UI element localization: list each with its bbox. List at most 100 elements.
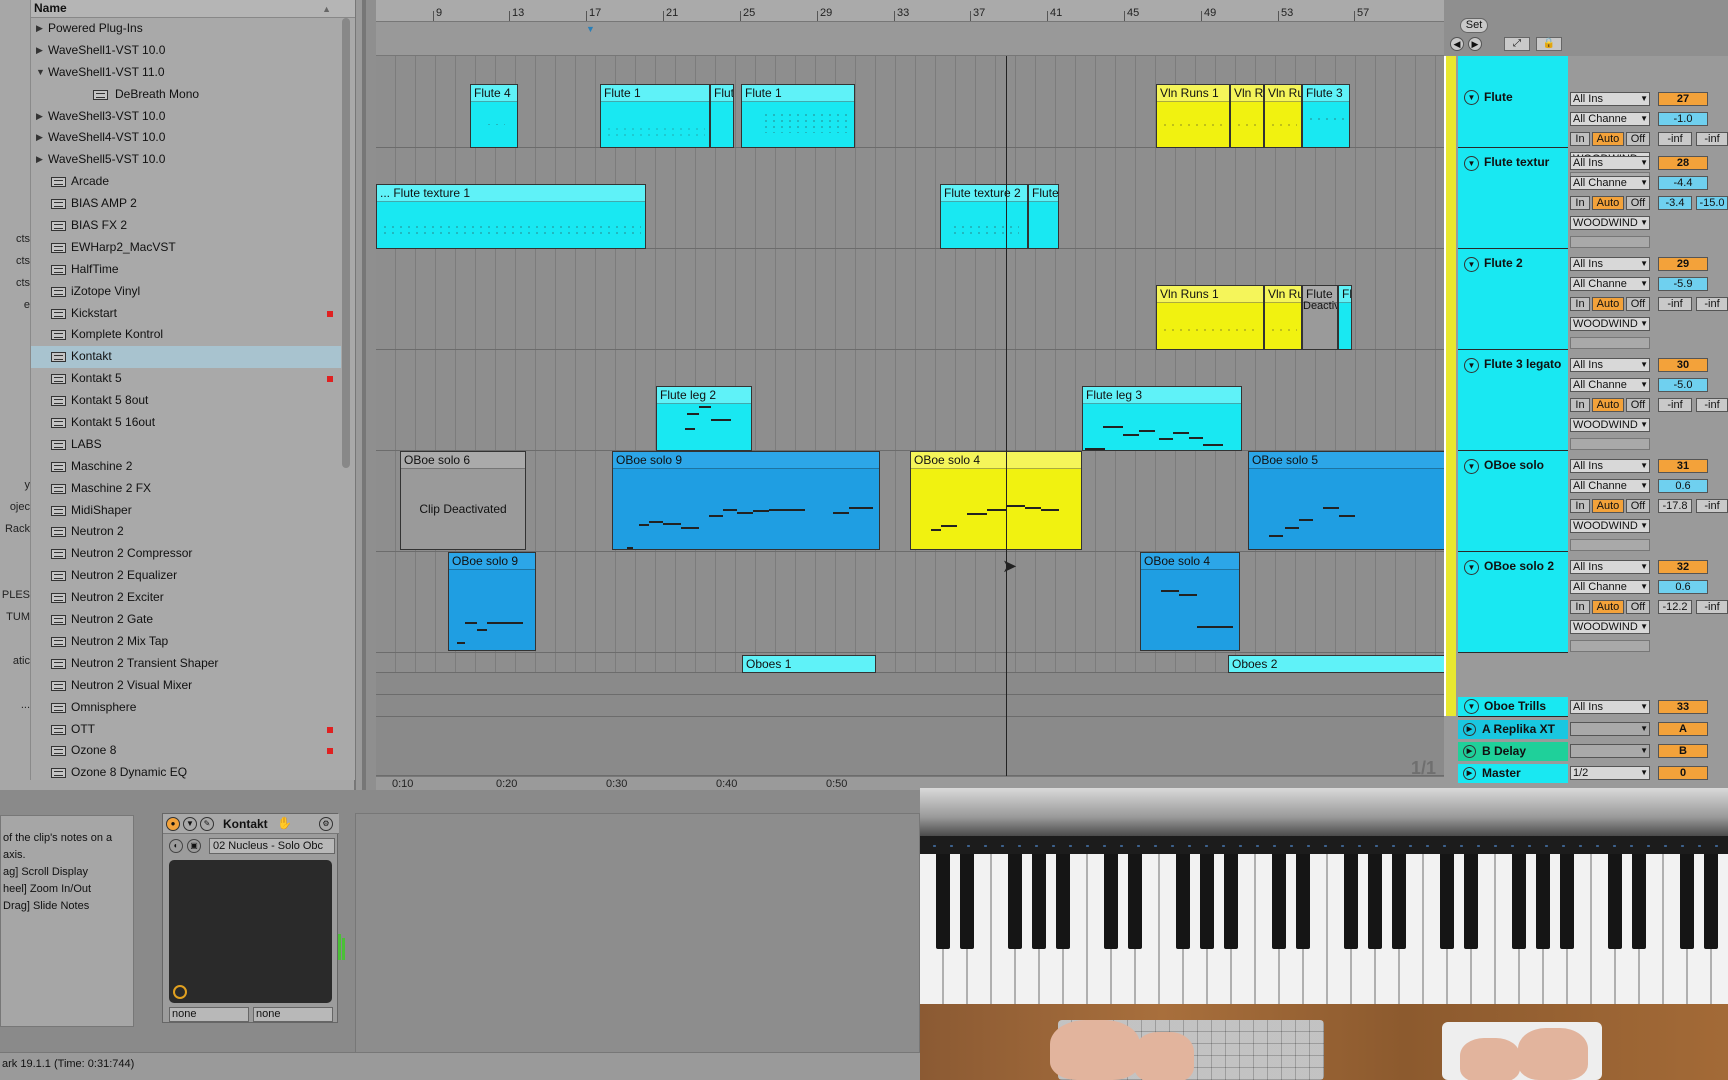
volume-field[interactable]: -4.4 (1658, 176, 1708, 190)
monitor-in-button[interactable]: In (1570, 196, 1590, 210)
browser-item[interactable]: Kickstart (31, 303, 341, 325)
category-label[interactable]: y (0, 479, 31, 491)
output-channel-select[interactable] (1570, 640, 1650, 652)
clip[interactable]: Flute 1 (600, 84, 710, 148)
clip-selected[interactable]: OBoe solo 9 (612, 451, 880, 550)
browser-scrollbar[interactable] (342, 18, 350, 468)
disclosure-closed-icon[interactable]: ▶ (36, 40, 43, 62)
device-activator-icon[interactable]: ● (166, 817, 180, 831)
disclosure-closed-icon[interactable]: ▶ (36, 149, 43, 171)
clip[interactable]: OBoe solo 4 (1140, 552, 1240, 651)
input-type-select[interactable]: All Ins (1570, 700, 1650, 714)
input-channel-select[interactable]: All Channe (1570, 479, 1650, 493)
play-icon[interactable]: ▶ (1463, 723, 1476, 736)
track-activator[interactable]: 30 (1658, 358, 1708, 372)
browser-item[interactable]: ▶ Powered Plug-Ins (31, 18, 341, 40)
clip[interactable]: Vln Ru (1230, 84, 1264, 148)
clip[interactable]: Flut (710, 84, 734, 148)
browser-item[interactable]: iZotope Vinyl (31, 281, 341, 303)
input-type-select[interactable]: All Ins (1570, 156, 1650, 170)
loop-marker-icon[interactable]: ▼ (586, 24, 595, 34)
volume-field[interactable]: -5.0 (1658, 378, 1708, 392)
set-button[interactable]: Set (1460, 18, 1488, 33)
output-channel-select[interactable] (1570, 337, 1650, 349)
input-type-select[interactable]: All Ins (1570, 459, 1650, 473)
browser-item[interactable]: EWHarp2_MacVST (31, 237, 341, 259)
clip[interactable]: Flute (1028, 184, 1059, 249)
clip[interactable]: Flute 3 (1302, 84, 1350, 148)
disclosure-open-icon[interactable]: ▼ (36, 62, 45, 84)
track-header[interactable]: ▼ Flute (1458, 56, 1568, 148)
track-lane-a-replika[interactable] (376, 673, 1456, 695)
browser-item[interactable]: Kontakt (31, 346, 341, 369)
browser-item[interactable]: ▶ WaveShell5-VST 10.0 (31, 149, 341, 171)
track-header[interactable]: ▼ Flute 3 legato (1458, 350, 1568, 451)
browser-item[interactable]: Neutron 2 Compressor (31, 543, 341, 565)
track-activator[interactable]: 31 (1658, 459, 1708, 473)
browser-item[interactable]: Neutron 2 Gate (31, 609, 341, 631)
monitor-off-button[interactable]: Off (1626, 499, 1650, 513)
disclosure-closed-icon[interactable]: ▶ (36, 127, 43, 149)
browser-item[interactable]: Neutron 2 (31, 521, 341, 543)
category-label[interactable]: cts (0, 233, 30, 245)
track-activator[interactable]: 33 (1658, 700, 1708, 714)
disclosure-closed-icon[interactable]: ▶ (36, 18, 43, 40)
clip-deactivated[interactable]: Flute Deactiv (1302, 285, 1338, 350)
clip[interactable]: Vln Runs 1 (1156, 84, 1230, 148)
track-lane-oboe-trills[interactable]: Oboes 1 Oboes 2 (376, 653, 1456, 673)
return-track[interactable]: ▶ A Replika XT A (1458, 720, 1728, 739)
track-activator[interactable]: 32 (1658, 560, 1708, 574)
browser-item[interactable]: MidiShaper (31, 500, 341, 522)
monitor-in-button[interactable]: In (1570, 132, 1590, 146)
browser-item[interactable]: ▶ WaveShell3-VST 10.0 (31, 106, 341, 128)
browser-item[interactable]: ▼ WaveShell1-VST 11.0 (31, 62, 341, 84)
category-label[interactable]: Rack (0, 523, 30, 535)
browser-item[interactable]: Arcade (31, 171, 341, 193)
fold-icon[interactable]: ▼ (1464, 156, 1479, 171)
input-channel-select[interactable]: All Channe (1570, 277, 1650, 291)
sort-arrow-icon[interactable]: ▲ (322, 1, 331, 18)
browser-item[interactable]: ▶ WaveShell4-VST 10.0 (31, 127, 341, 149)
disclosure-closed-icon[interactable]: ▶ (36, 106, 43, 128)
browser-item[interactable]: ▶ WaveShell1-VST 10.0 (31, 40, 341, 62)
output-channel-select[interactable] (1570, 438, 1650, 450)
browser-name-header[interactable]: Name ▲ (31, 0, 355, 18)
track-lane-flute[interactable]: Flute 4 Flute 1 Flut Flute 1 Vln Runs 1 … (376, 56, 1456, 148)
monitor-off-button[interactable]: Off (1626, 196, 1650, 210)
wrench-icon[interactable]: ✎ (200, 817, 214, 831)
monitor-in-button[interactable]: In (1570, 297, 1590, 311)
input-type-select[interactable]: All Ins (1570, 92, 1650, 106)
browser-item[interactable]: Neutron 2 Mix Tap (31, 631, 341, 653)
track-activator[interactable]: 27 (1658, 92, 1708, 106)
browser-item[interactable]: Kontakt 5 16out (31, 412, 341, 434)
output-select[interactable]: WOODWIND (1570, 620, 1650, 634)
return-track[interactable]: ▶ B Delay B (1458, 742, 1728, 761)
track-header[interactable]: ▼ Flute textur (1458, 148, 1568, 249)
clip[interactable]: Vln Ru (1264, 285, 1302, 350)
browser-item[interactable]: Kontakt 5 (31, 368, 341, 390)
category-label[interactable]: cts (0, 277, 30, 289)
fold-icon[interactable]: ▼ (1464, 699, 1479, 714)
loop-bar[interactable]: ▼ (376, 22, 1454, 56)
clip[interactable]: ... Flute texture 1 (376, 184, 646, 249)
clip[interactable]: Vln Run (1264, 84, 1302, 148)
track-lane-flute-2[interactable]: Vln Runs 1 Vln Ru Flute Deactiv Fl (376, 249, 1456, 350)
monitor-auto-button[interactable]: Auto (1592, 132, 1624, 146)
clip[interactable]: Flute 4 (470, 84, 518, 148)
browser-item[interactable]: Omnisphere (31, 697, 341, 719)
monitor-in-button[interactable]: In (1570, 398, 1590, 412)
input-type-select[interactable]: All Ins (1570, 358, 1650, 372)
track-header-oboe-trills[interactable]: ▼ Oboe Trills (1458, 697, 1568, 717)
device-title-bar[interactable]: ● ▼ ✎ Kontakt ✋ ⚙ (163, 814, 339, 834)
return-activator[interactable]: B (1658, 744, 1708, 758)
plugin-edit-icon[interactable]: ◐ (169, 839, 183, 853)
input-type-select[interactable]: All Ins (1570, 560, 1650, 574)
track-header[interactable]: ▼ Flute 2 (1458, 249, 1568, 350)
next-locator-icon[interactable]: ▶ (1468, 37, 1482, 51)
browser-item[interactable]: Neutron 2 Visual Mixer (31, 675, 341, 697)
prev-locator-icon[interactable]: ◀ (1450, 37, 1464, 51)
category-label[interactable]: atic (0, 655, 30, 667)
monitor-off-button[interactable]: Off (1626, 297, 1650, 311)
output-select[interactable]: WOODWIND (1570, 519, 1650, 533)
category-label[interactable]: PLES (0, 589, 30, 601)
